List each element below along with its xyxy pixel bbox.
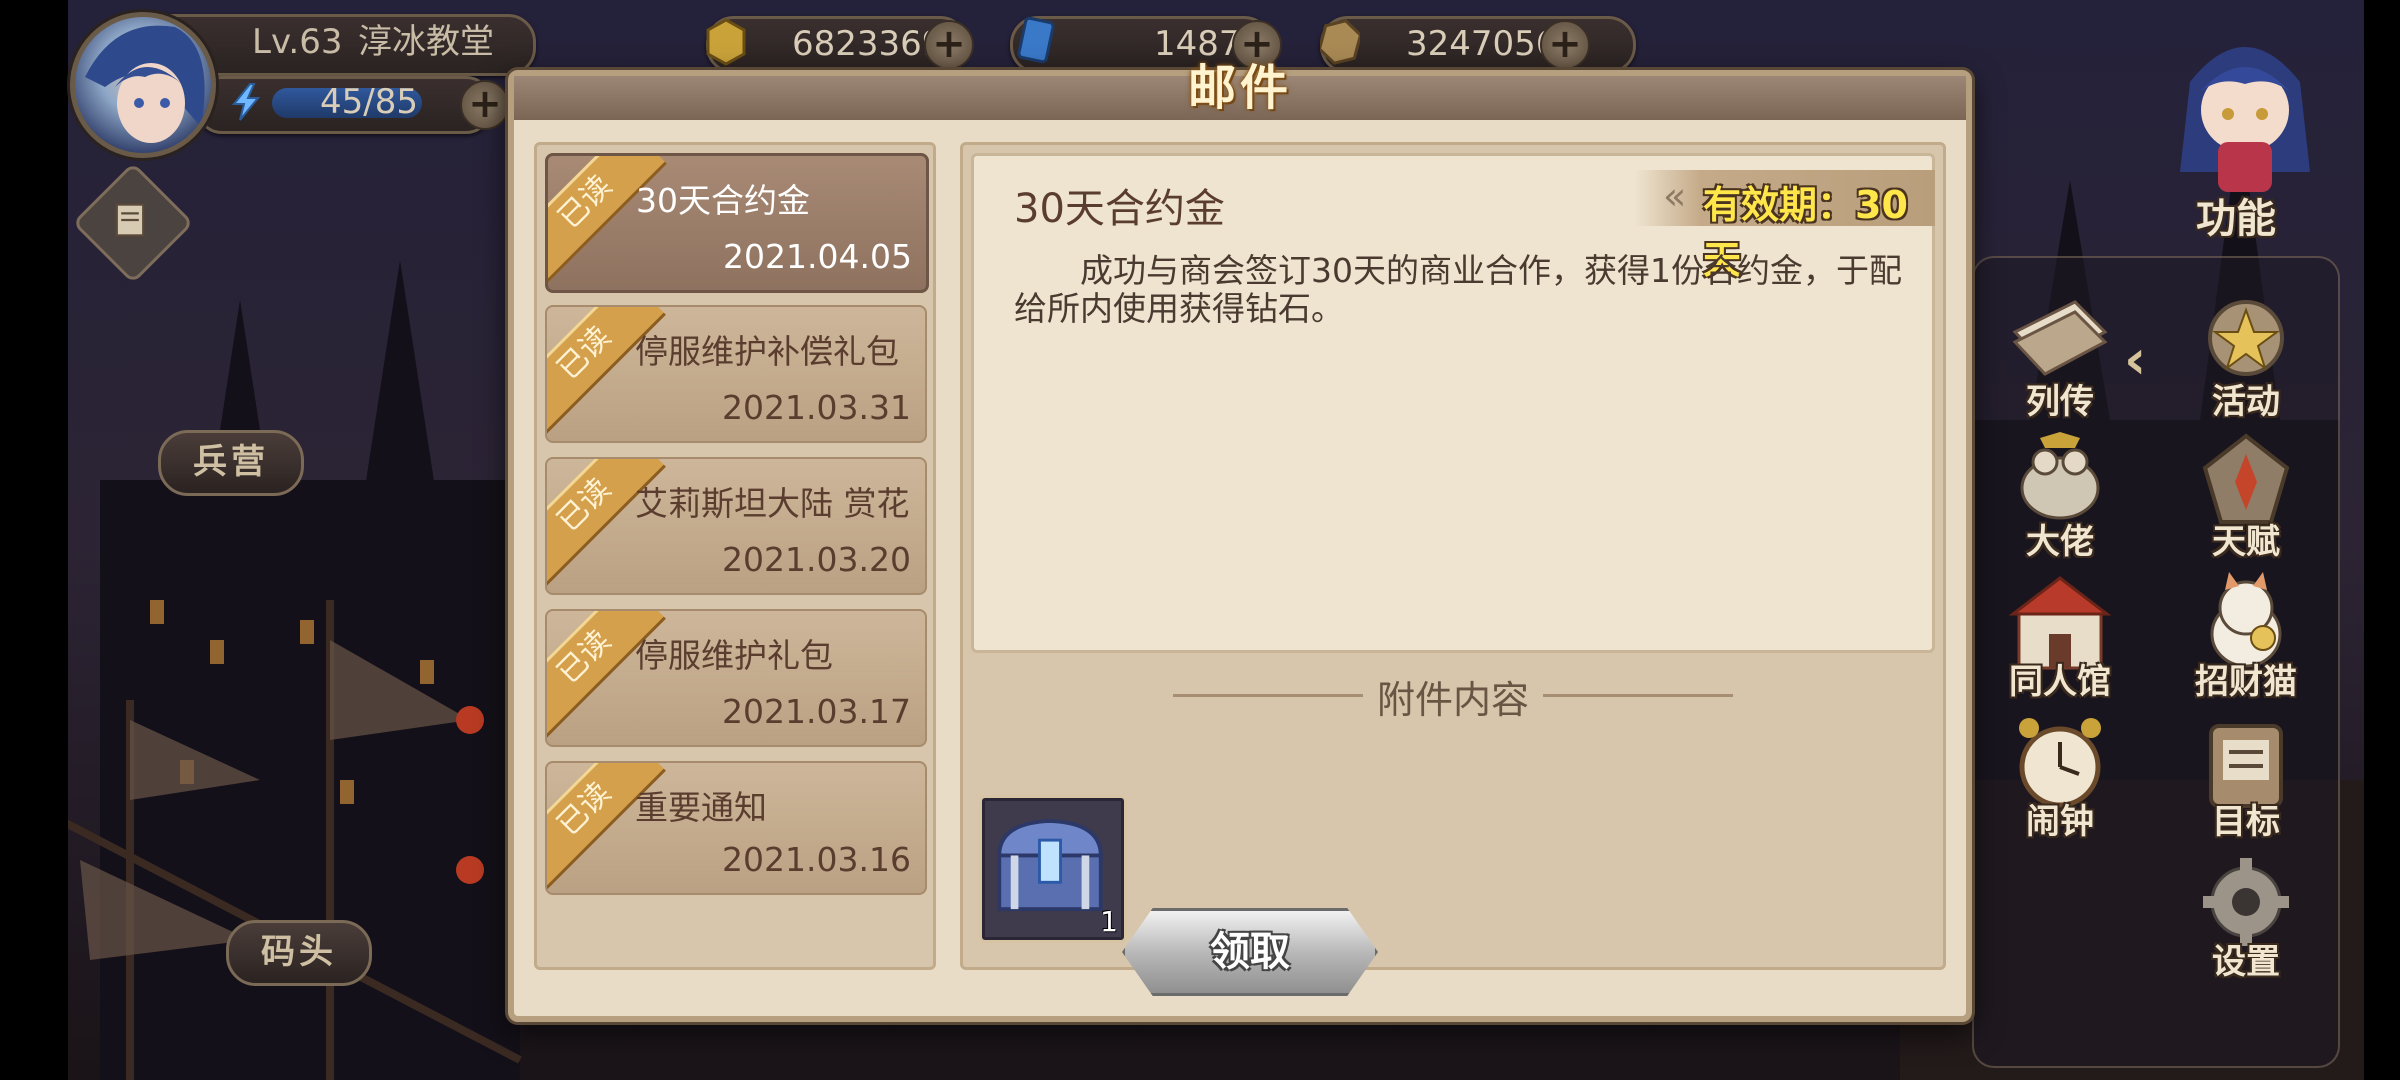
mail-dialog-title: 邮件: [1187, 60, 1292, 116]
mail-list-item[interactable]: 已读 停服维护补偿礼包 2021.03.31: [545, 305, 927, 443]
mail-item-title: 30天合约金: [636, 181, 810, 220]
chevron-left-icon: «: [1663, 174, 1687, 218]
mail-item-title: 艾莉斯坦大陆 赏花: [635, 484, 910, 523]
mail-body-text: 成功与商会签订30天的商业合作，获得1份合约金，于配给所内使用获得钻石。: [1014, 251, 1902, 328]
mail-list-item[interactable]: 已读 30天合约金 2021.04.05: [545, 153, 929, 293]
mail-item-title: 停服维护补偿礼包: [635, 332, 899, 371]
left-black-bar: [0, 0, 68, 1080]
quest-scroll-icon: [115, 203, 145, 237]
validity-banner: « 有效期：30天: [1635, 170, 1935, 282]
mail-item-date: 2021.03.20: [722, 540, 911, 579]
mail-list-item[interactable]: 已读 重要通知 2021.03.16: [545, 761, 927, 895]
function-label[interactable]: 功能: [2196, 186, 2276, 244]
mail-list[interactable]: 已读 30天合约金 2021.04.05 已读 停服维护补偿礼包 2021.03…: [534, 142, 936, 970]
treasure-chest-icon: [997, 819, 1103, 912]
avatar-portrait: [85, 25, 205, 143]
mail-item-date: 2021.03.31: [722, 388, 911, 427]
dock-button[interactable]: 码头: [226, 920, 372, 986]
func-label-gallery: 同人馆: [2009, 662, 2111, 702]
mail-list-item[interactable]: 已读 艾莉斯坦大陆 赏花 2021.03.20: [545, 457, 927, 595]
attachment-item[interactable]: 1: [979, 795, 1127, 943]
mail-dialog: 邮件 已读 30天合约金 2021.04.05 已读 停服维护补偿礼包 2021…: [508, 60, 1972, 1022]
lightning-icon: [231, 83, 261, 121]
avatar[interactable]: [70, 12, 216, 158]
attachments-title: 附件内容: [1376, 678, 1529, 722]
mail-body-box: 30天合约金 « 有效期：30天 成功与商会签订30天的商业合作，获得1份合约金…: [971, 153, 1935, 653]
func-item-goals[interactable]: 目标: [2176, 712, 2316, 843]
mail-list-item[interactable]: 已读 停服维护礼包 2021.03.17: [545, 609, 927, 747]
player-level: Lv.63: [252, 22, 343, 62]
func-item-alarm[interactable]: 闹钟: [1990, 712, 2130, 843]
right-black-bar: [2364, 0, 2400, 1080]
mail-item-date: 2021.03.16: [722, 840, 911, 879]
stamina-value: 45/85: [320, 82, 418, 122]
mail-item-date: 2021.03.17: [722, 692, 911, 731]
attachments-header: 附件内容: [963, 669, 1943, 722]
func-item-gallery[interactable]: 同人馆: [1990, 572, 2130, 703]
func-item-settings[interactable]: 设置: [2176, 852, 2316, 983]
func-label-lucky-cat: 招财猫: [2195, 662, 2297, 702]
player-name: 淳冰教堂: [358, 22, 494, 62]
add-stamina-button[interactable]: +: [460, 80, 510, 130]
func-item-talent[interactable]: 天赋: [2176, 432, 2316, 563]
mail-subject: 30天合约金: [1014, 186, 1225, 232]
func-item-events[interactable]: 活动: [2176, 292, 2316, 423]
mail-item-title: 重要通知: [635, 788, 767, 827]
ornament-line-right: [1543, 694, 1733, 697]
claim-button[interactable]: 领取: [1122, 908, 1378, 996]
attachment-quantity: 1: [1100, 905, 1118, 938]
func-item-lucky-cat[interactable]: 招财猫: [2176, 572, 2316, 703]
barracks-button[interactable]: 兵营: [158, 430, 304, 496]
mail-item-date: 2021.04.05: [723, 237, 912, 276]
func-item-boss[interactable]: 大佬: [1990, 432, 2130, 563]
ornament-line-left: [1173, 694, 1363, 697]
mail-item-title: 停服维护礼包: [635, 636, 833, 675]
func-item-biography[interactable]: 列传: [1990, 292, 2130, 423]
mail-content-panel: 30天合约金 « 有效期：30天 成功与商会签订30天的商业合作，获得1份合约金…: [960, 142, 1946, 970]
